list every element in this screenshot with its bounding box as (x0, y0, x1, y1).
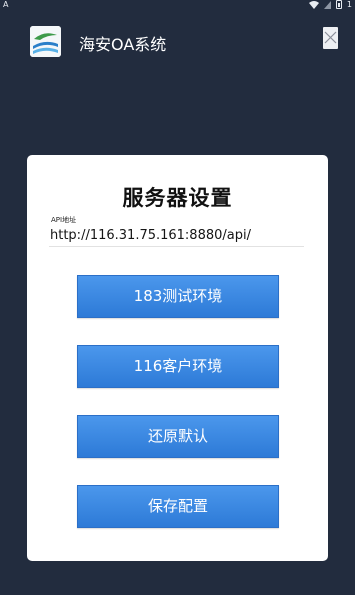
status-icons: 1 (308, 0, 352, 9)
close-icon (324, 31, 337, 44)
logo-icon (30, 26, 61, 57)
dialog-title: 服务器设置 (122, 186, 233, 210)
server-settings-dialog: 服务器设置 API地址 183测试环境 116客户环境 还原默认 保存配置 (27, 155, 328, 561)
status-bar: A 1 (0, 0, 355, 11)
test-env-183-button[interactable]: 183测试环境 (77, 275, 279, 318)
wifi-icon (308, 0, 319, 9)
api-address-input[interactable] (49, 225, 304, 247)
close-button[interactable] (323, 27, 338, 49)
notification-icon: A (3, 0, 9, 9)
battery-level: 1 (346, 0, 352, 9)
api-address-label: API地址 (51, 216, 77, 224)
app-logo (30, 26, 61, 57)
save-config-button[interactable]: 保存配置 (77, 485, 279, 528)
app-title: 海安OA系统 (79, 35, 167, 54)
restore-default-button[interactable]: 还原默认 (77, 415, 279, 458)
battery-icon (335, 0, 342, 9)
client-env-116-button[interactable]: 116客户环境 (77, 345, 279, 388)
app-header: 海安OA系统 (0, 12, 355, 70)
signal-icon (323, 0, 331, 9)
